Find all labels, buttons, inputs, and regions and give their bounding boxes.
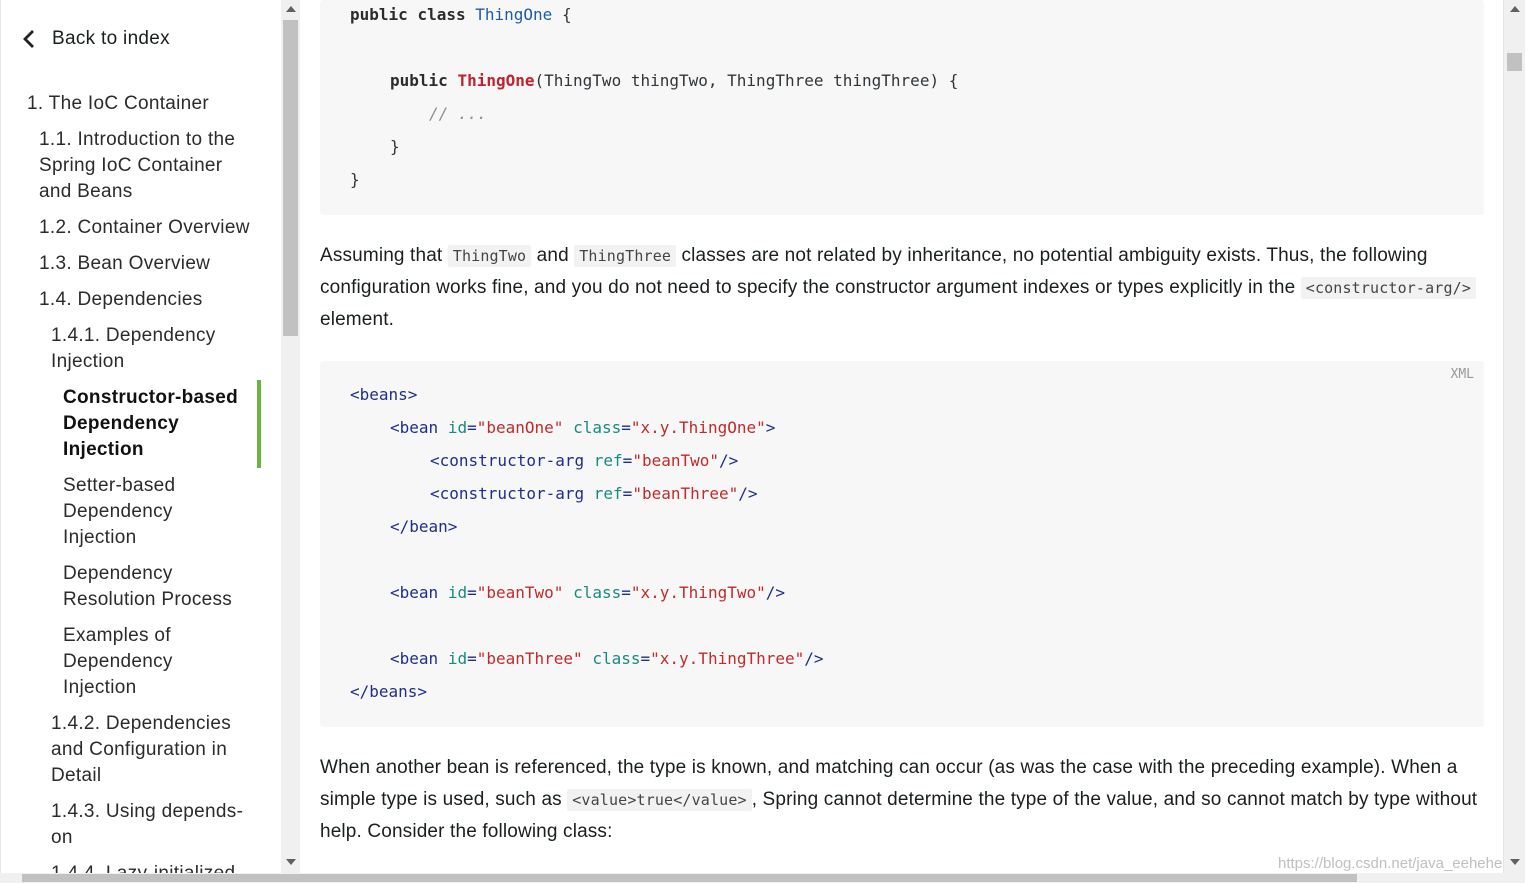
code-line: public ThingOne(ThingTwo thingTwo, Thing… bbox=[390, 71, 959, 90]
toc-item-label: 1.4.1. Dependency bbox=[51, 325, 216, 346]
toc-item[interactable]: 1.4.3. Using depends-on bbox=[51, 799, 243, 851]
code-line: </bean> bbox=[390, 517, 458, 536]
scroll-down-arrow-icon[interactable] bbox=[1510, 859, 1520, 865]
toc-item-label: on bbox=[51, 827, 73, 848]
toc-item[interactable]: Dependency Resolution Process bbox=[63, 561, 232, 613]
toc-item-label: 1.4.3. Using depends- bbox=[51, 801, 244, 822]
inline-code: <constructor-arg/> bbox=[1300, 277, 1477, 299]
inline-code: ThingTwo bbox=[447, 245, 532, 267]
scroll-down-arrow-icon[interactable] bbox=[286, 859, 296, 865]
toc-item-label: Dependency bbox=[63, 651, 173, 672]
code-line: } bbox=[390, 137, 400, 156]
toc-item[interactable]: 1.4. Dependencies bbox=[39, 287, 203, 313]
toc-item-label: Resolution Process bbox=[63, 589, 233, 610]
toc-item-label: 1.4.4. Lazy-initialized bbox=[51, 861, 235, 873]
toc-item-label: Injection bbox=[63, 439, 144, 460]
back-to-index-link[interactable]: Back to index bbox=[21, 28, 170, 50]
toc-item-label: Injection bbox=[63, 677, 137, 698]
code-line: <bean id="beanThree" class="x.y.ThingThr… bbox=[390, 649, 824, 668]
toc-item[interactable]: Setter-based Dependency Injection bbox=[63, 473, 175, 551]
toc-item-label: 1.4.2. Dependencies bbox=[51, 713, 231, 734]
watermark: https://blog.csdn.net/java_eehehe bbox=[1278, 855, 1503, 872]
code-line: <constructor-arg ref="beanTwo"/> bbox=[430, 451, 739, 470]
scroll-up-arrow-icon[interactable] bbox=[286, 6, 296, 12]
toc-item-label: Dependency bbox=[63, 563, 173, 584]
toc-item-label: 1.3. Bean Overview bbox=[39, 253, 211, 274]
doc-content: public class ThingOne { public ThingOne(… bbox=[300, 0, 1503, 873]
back-to-index-label: Back to index bbox=[52, 28, 170, 49]
toc-sidebar: Back to index 1. The IoC Container 1.1. I… bbox=[0, 0, 281, 873]
code-comment: // ... bbox=[429, 104, 487, 123]
toc-item[interactable]: 1. The IoC Container bbox=[27, 91, 209, 117]
toc-item-label: Detail bbox=[51, 765, 102, 786]
sidebar-scrollbar-thumb[interactable] bbox=[283, 20, 298, 336]
toc-item-label: Injection bbox=[63, 527, 137, 548]
toc-item[interactable]: Constructor-based Dependency Injection bbox=[63, 385, 238, 463]
code-line: </beans> bbox=[350, 682, 428, 701]
toc-item-label: Dependency bbox=[63, 413, 179, 434]
toc-item-label: 1.2. Container Overview bbox=[39, 217, 250, 238]
main-scrollbar[interactable] bbox=[1503, 0, 1525, 873]
toc-item[interactable]: 1.4.4. Lazy-initialized bbox=[51, 861, 235, 873]
toc-item-label: and Beans bbox=[39, 181, 133, 202]
code-line: <bean id="beanOne" class="x.y.ThingOne"> bbox=[390, 418, 776, 437]
toc-item[interactable]: Examples of Dependency Injection bbox=[63, 623, 173, 701]
toc-item[interactable]: 1.3. Bean Overview bbox=[39, 251, 210, 277]
code-line: public class ThingOne { bbox=[350, 5, 572, 24]
code-line: <bean id="beanTwo" class="x.y.ThingTwo"/… bbox=[390, 583, 785, 602]
inline-code: <value>true</value> bbox=[567, 789, 752, 811]
inline-code: ThingThree bbox=[574, 245, 677, 267]
active-item-indicator bbox=[257, 380, 261, 468]
toc-item-label: Examples of bbox=[63, 625, 171, 646]
sidebar-scrollbar[interactable] bbox=[281, 0, 300, 873]
paragraph: When another bean is referenced, the typ… bbox=[320, 757, 1478, 842]
toc-item-label: Constructor-based bbox=[63, 387, 239, 408]
horizontal-scrollbar-thumb[interactable] bbox=[22, 874, 1357, 882]
code-line: <constructor-arg ref="beanThree"/> bbox=[430, 484, 758, 503]
toc-item-label: Setter-based bbox=[63, 475, 176, 496]
horizontal-scrollbar[interactable] bbox=[0, 873, 1525, 883]
main-scrollbar-thumb[interactable] bbox=[1507, 53, 1522, 71]
toc-item[interactable]: 1.4.1. Dependency Injection bbox=[51, 323, 216, 375]
toc-item-label: Spring IoC Container bbox=[39, 155, 223, 176]
toc-item-label: 1.4. Dependencies bbox=[39, 289, 203, 310]
toc-item-label: and Configuration in bbox=[51, 739, 228, 760]
code-line: <beans> bbox=[350, 385, 418, 404]
xml-code-block: XML <beans> <bean id="beanOne" class="x.… bbox=[320, 361, 1484, 727]
toc-item-label: 1. The IoC Container bbox=[27, 93, 210, 114]
toc-item-label: Injection bbox=[51, 351, 125, 372]
toc-item[interactable]: 1.2. Container Overview bbox=[39, 215, 250, 241]
java-code-block: public class ThingOne { public ThingOne(… bbox=[320, 0, 1484, 215]
toc-item[interactable]: 1.1. Introduction to the Spring IoC Conta… bbox=[39, 127, 235, 205]
chevron-left-icon bbox=[23, 30, 34, 48]
toc-item[interactable]: 1.4.2. Dependencies and Configuration in D… bbox=[51, 711, 231, 789]
paragraph: Assuming that ThingTwo and ThingThree cl… bbox=[320, 240, 1484, 336]
code-language-label: XML bbox=[1450, 367, 1474, 382]
toc-item-label: Dependency bbox=[63, 501, 173, 522]
toc-item-label: 1.1. Introduction to the bbox=[39, 129, 236, 150]
scroll-up-arrow-icon[interactable] bbox=[1510, 6, 1520, 12]
code-line: } bbox=[350, 170, 360, 189]
